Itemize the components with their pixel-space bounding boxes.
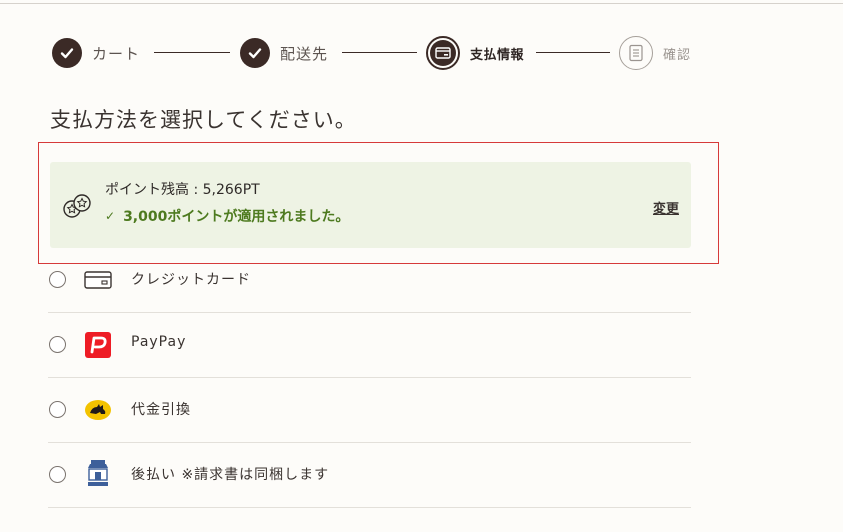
checkout-stepper: カート 配送先 支払情報 確認	[52, 36, 842, 70]
step-shipping: 配送先	[240, 36, 328, 70]
step-connector	[154, 52, 230, 53]
step-label-shipping: 配送先	[280, 44, 329, 63]
step-label-cart: カート	[92, 44, 141, 63]
step-confirm: 確認	[619, 36, 691, 70]
highlight-frame	[38, 142, 719, 264]
document-icon	[619, 36, 653, 70]
step-cart: カート	[52, 36, 140, 70]
payment-label-cash-on-delivery: 代金引換	[131, 402, 191, 418]
payment-option-deferred[interactable]: 後払い ※請求書は同梱します	[48, 443, 691, 508]
top-divider	[0, 3, 843, 4]
radio-paypay[interactable]	[49, 336, 66, 353]
radio-deferred[interactable]	[49, 466, 66, 483]
payment-label-deferred: 後払い ※請求書は同梱します	[131, 467, 330, 483]
step-connector	[342, 52, 417, 53]
step-label-confirm: 確認	[663, 47, 692, 63]
payment-option-cash-on-delivery[interactable]: 代金引換	[48, 378, 691, 443]
step-payment: 支払情報	[426, 36, 524, 70]
convenience-store-icon	[84, 459, 112, 487]
step-connector	[536, 52, 610, 53]
radio-cash-on-delivery[interactable]	[49, 401, 66, 418]
card-icon	[430, 40, 456, 66]
yamato-cat-icon	[84, 396, 112, 424]
credit-card-icon	[84, 266, 112, 294]
page-title: 支払方法を選択してください。	[50, 108, 357, 132]
paypay-logo-icon	[84, 331, 112, 359]
payment-method-list: クレジットカード PayPay 代金引換 後払い ※請求書は同梱します	[48, 248, 691, 508]
step-check-icon	[240, 38, 270, 68]
step-current-indicator	[426, 36, 460, 70]
payment-option-credit-card[interactable]: クレジットカード	[48, 248, 691, 313]
radio-credit-card[interactable]	[49, 271, 66, 288]
payment-label-paypay: PayPay	[131, 334, 187, 350]
step-label-payment: 支払情報	[470, 47, 525, 63]
step-check-icon	[52, 38, 82, 68]
payment-option-paypay[interactable]: PayPay	[48, 313, 691, 378]
payment-label-credit-card: クレジットカード	[131, 272, 251, 288]
